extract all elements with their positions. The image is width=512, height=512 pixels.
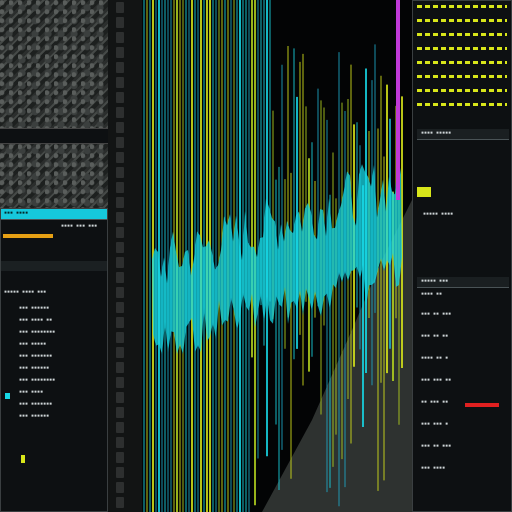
list-item[interactable]: ▪▪ ▪▪▪ ▪▪ (421, 399, 448, 406)
left-texture-view (0, 0, 108, 210)
film-hole (116, 167, 124, 178)
magenta-line (396, 0, 400, 200)
film-hole (116, 287, 124, 298)
film-hole (116, 437, 124, 448)
list-item[interactable]: ▪▪▪ ▪▪ ▪▪▪ (421, 311, 451, 318)
film-hole (116, 272, 124, 283)
meter-row (417, 61, 507, 64)
cyan-marker (5, 393, 10, 399)
left-control-panel: ▪▪▪ ▪▪▪▪ ▪▪▪▪ ▪▪▪ ▪▪▪ ▪▪▪▪▪ ▪▪▪▪ ▪▪▪ ▪▪▪… (0, 208, 108, 512)
film-hole (116, 257, 124, 268)
meter-row (417, 33, 507, 36)
film-hole (116, 47, 124, 58)
left-divider (0, 128, 108, 144)
list-item[interactable]: ▪▪▪ ▪▪▪▪▪▪ (19, 305, 49, 312)
list-item[interactable]: ▪▪▪▪ ▪▪ ▪ (421, 355, 448, 362)
meter-row (417, 89, 507, 92)
list-item[interactable]: ▪▪▪ ▪▪▪▪ (421, 465, 445, 472)
list-item[interactable]: ▪▪▪ ▪▪▪▪▪▪▪ (19, 401, 52, 408)
film-hole (116, 212, 124, 223)
meter-row (417, 5, 507, 8)
film-hole (116, 377, 124, 388)
film-hole (116, 32, 124, 43)
film-hole (116, 2, 124, 13)
film-hole (116, 347, 124, 358)
film-hole (116, 467, 124, 478)
film-hole (116, 452, 124, 463)
list-item[interactable]: ▪▪▪ ▪▪ ▪▪ (421, 333, 448, 340)
film-hole (116, 137, 124, 148)
yellow-marker (21, 455, 25, 463)
film-hole (116, 122, 124, 133)
meter-row (417, 19, 507, 22)
film-hole (116, 332, 124, 343)
film-hole (116, 107, 124, 118)
right-yellow-tab[interactable] (417, 187, 431, 197)
film-hole (116, 77, 124, 88)
right-section2-title: ▪▪▪▪▪ ▪▪▪▪ (423, 211, 454, 217)
film-hole (116, 152, 124, 163)
list-item[interactable]: ▪▪▪ ▪▪▪▪▪▪ (19, 413, 49, 420)
toolbar-strip (1, 261, 107, 271)
list-item[interactable]: ▪▪▪ ▪▪▪▪ (19, 389, 43, 396)
film-hole (116, 392, 124, 403)
film-hole (116, 407, 124, 418)
film-hole (116, 362, 124, 373)
film-hole (116, 17, 124, 28)
list-item[interactable]: ▪▪▪ ▪▪▪▪▪ (19, 341, 46, 348)
film-hole (116, 197, 124, 208)
list-item[interactable]: ▪▪▪ ▪▪▪▪▪▪▪ (19, 353, 52, 360)
list-item[interactable]: ▪▪▪ ▪▪▪▪▪▪ (19, 365, 49, 372)
film-strip (108, 0, 142, 512)
left-panel-title: ▪▪▪ ▪▪▪▪ (4, 210, 29, 216)
meter-row (417, 103, 507, 106)
film-hole (116, 182, 124, 193)
waveform-svg (143, 0, 412, 512)
status-text: ▪▪▪▪ ▪▪▪ ▪▪▪ (61, 223, 98, 229)
list-item[interactable]: ▪▪▪ ▪▪▪▪▪▪▪▪ (19, 377, 55, 384)
film-hole (116, 242, 124, 253)
film-hole (116, 317, 124, 328)
right-control-panel: ▪▪▪▪ ▪▪▪▪▪ ▪▪▪▪▪ ▪▪▪▪ ▪▪▪▪▪ ▪▪▪ ▪▪▪▪ ▪▪ … (412, 0, 512, 512)
film-hole (116, 482, 124, 493)
right-section3-title: ▪▪▪▪▪ ▪▪▪ (421, 278, 449, 284)
right-section3-sub: ▪▪▪▪ ▪▪ (421, 291, 443, 297)
list-item[interactable]: ▪▪▪ ▪▪▪▪▪▪▪▪ (19, 329, 55, 336)
red-indicator (465, 403, 499, 407)
meter-row (417, 75, 507, 78)
list-item[interactable]: ▪▪▪ ▪▪▪ ▪▪ (421, 377, 451, 384)
progress-bar[interactable] (3, 234, 53, 238)
list-item[interactable]: ▪▪▪ ▪▪▪ ▪ (421, 421, 448, 428)
waveform-visualizer (142, 0, 412, 512)
film-hole (116, 302, 124, 313)
film-hole (116, 227, 124, 238)
list-header: ▪▪▪▪▪ ▪▪▪▪ ▪▪▪ (4, 289, 47, 295)
film-hole (116, 62, 124, 73)
film-hole (116, 422, 124, 433)
list-item[interactable]: ▪▪▪ ▪▪ ▪▪▪ (421, 443, 451, 450)
meter-row (417, 47, 507, 50)
film-hole (116, 92, 124, 103)
film-hole (116, 497, 124, 508)
right-section1-title: ▪▪▪▪ ▪▪▪▪▪ (421, 130, 452, 136)
list-item[interactable]: ▪▪▪ ▪▪▪▪ ▪▪ (19, 317, 52, 324)
